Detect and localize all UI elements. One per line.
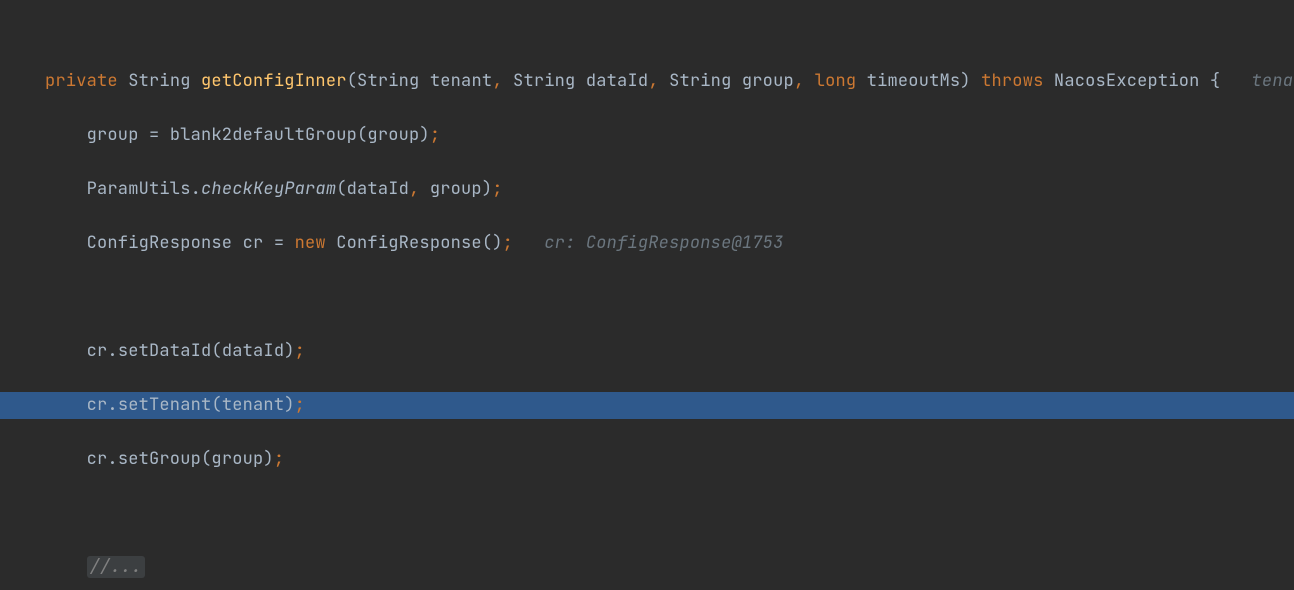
code-line[interactable]: cr.setDataId(dataId);: [45, 338, 1294, 365]
folded-comment[interactable]: //...: [87, 556, 145, 578]
code-line[interactable]: cr.setGroup(group);: [45, 446, 1294, 473]
code-line[interactable]: cr.setTenant(tenant);: [45, 392, 1294, 419]
code-line[interactable]: ConfigResponse cr = new ConfigResponse()…: [45, 230, 1294, 257]
code-line[interactable]: ParamUtils.checkKeyParam(dataId, group);: [45, 176, 1294, 203]
inline-hint: tenant: ": [1252, 70, 1294, 92]
code-line[interactable]: //...: [45, 554, 1294, 581]
code-line[interactable]: private String getConfigInner(String ten…: [45, 68, 1294, 95]
code-line[interactable]: group = blank2defaultGroup(group);: [45, 122, 1294, 149]
method-name: getConfigInner: [201, 70, 347, 92]
code-editor[interactable]: private String getConfigInner(String ten…: [0, 0, 1294, 590]
inline-hint: cr: ConfigResponse@1753: [544, 232, 783, 254]
keyword-private: private: [45, 70, 118, 92]
